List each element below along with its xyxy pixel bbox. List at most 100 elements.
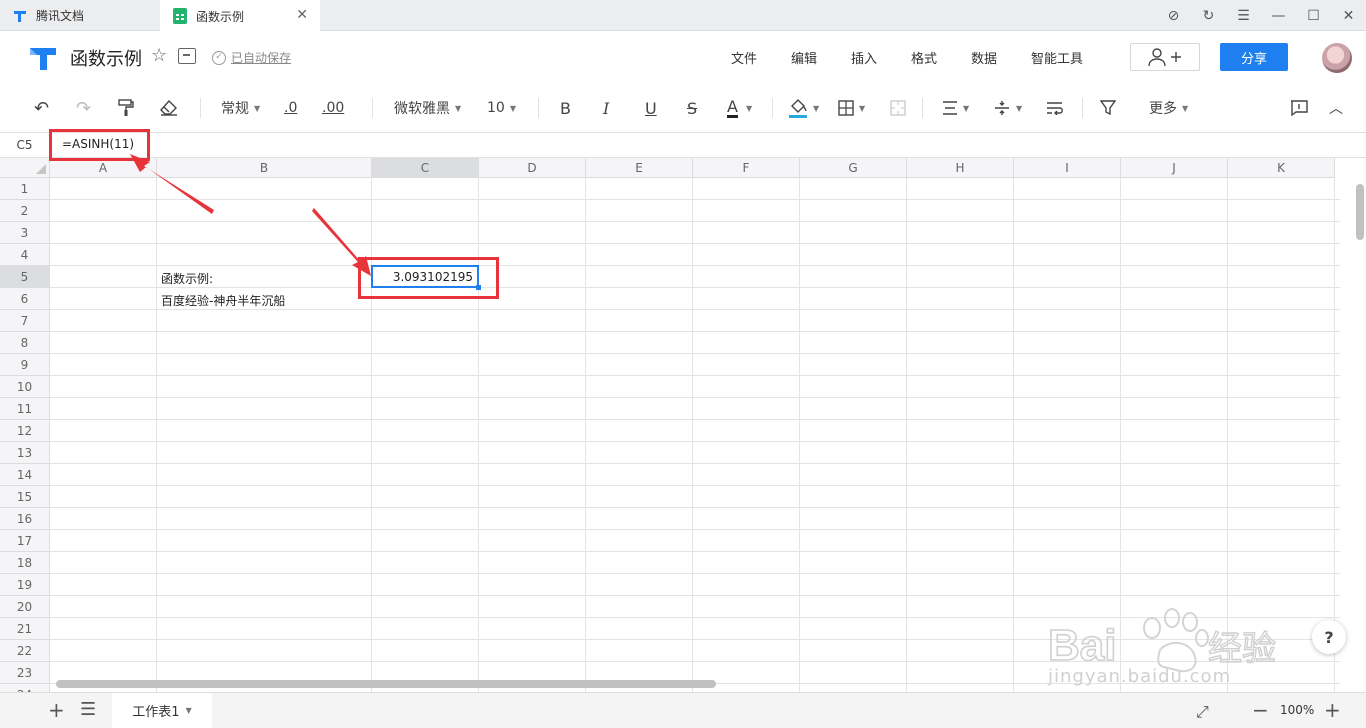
row-header-1[interactable]: 1 xyxy=(0,178,50,200)
column-header-a[interactable]: A xyxy=(50,158,157,178)
wrap-text-icon[interactable] xyxy=(1046,98,1064,118)
browser-tab-tencent-docs[interactable]: 腾讯文档 xyxy=(0,0,158,31)
row-header-8[interactable]: 8 xyxy=(0,332,50,354)
maximize-icon[interactable]: ☐ xyxy=(1296,8,1331,24)
fill-color-icon[interactable] xyxy=(789,98,807,118)
column-header-i[interactable]: I xyxy=(1014,158,1121,178)
font-color-button[interactable]: A xyxy=(727,98,738,118)
row-header-3[interactable]: 3 xyxy=(0,222,50,244)
format-painter-icon[interactable] xyxy=(118,98,134,118)
grid-line xyxy=(50,353,1340,354)
menu-format[interactable]: 格式 xyxy=(911,48,937,67)
number-format-select[interactable]: 常规 ▼ xyxy=(221,98,260,118)
filter-icon[interactable] xyxy=(1100,98,1116,118)
undo-icon[interactable]: ↶ xyxy=(34,98,49,119)
document-title[interactable]: 函数示例 xyxy=(70,45,142,71)
cell-reference-box[interactable]: C5 xyxy=(0,133,50,157)
menu-insert[interactable]: 插入 xyxy=(851,48,877,67)
row-header-22[interactable]: 22 xyxy=(0,640,50,662)
row-header-6[interactable]: 6 xyxy=(0,288,50,310)
sheet-tab[interactable]: 工作表1 ▼ xyxy=(112,693,212,728)
row-header-18[interactable]: 18 xyxy=(0,552,50,574)
compass-icon[interactable]: ⊘ xyxy=(1156,8,1191,24)
chevron-down-icon[interactable]: ▼ xyxy=(813,98,819,118)
row-header-20[interactable]: 20 xyxy=(0,596,50,618)
help-button[interactable]: ? xyxy=(1312,620,1346,654)
row-header-24[interactable]: 24 xyxy=(0,684,50,692)
row-header-16[interactable]: 16 xyxy=(0,508,50,530)
underline-button[interactable]: U xyxy=(645,98,657,118)
zoom-out-icon[interactable]: − xyxy=(1252,700,1269,720)
row-header-9[interactable]: 9 xyxy=(0,354,50,376)
horizontal-scrollbar[interactable] xyxy=(56,680,716,688)
row-header-23[interactable]: 23 xyxy=(0,662,50,684)
borders-icon[interactable] xyxy=(838,98,854,118)
column-header-d[interactable]: D xyxy=(479,158,586,178)
zoom-in-icon[interactable]: + xyxy=(1324,700,1341,720)
clear-format-icon[interactable] xyxy=(160,98,178,118)
row-header-19[interactable]: 19 xyxy=(0,574,50,596)
more-tools-select[interactable]: 更多 ▼ xyxy=(1149,98,1188,118)
minimize-icon[interactable]: — xyxy=(1261,8,1296,24)
refresh-icon[interactable]: ↻ xyxy=(1191,8,1226,24)
row-header-17[interactable]: 17 xyxy=(0,530,50,552)
collapse-toolbar-icon[interactable]: ︿ xyxy=(1329,98,1343,118)
browser-tab-function-example[interactable]: 函数示例 ✕ xyxy=(160,0,320,32)
row-header-11[interactable]: 11 xyxy=(0,398,50,420)
row-header-14[interactable]: 14 xyxy=(0,464,50,486)
strikethrough-button[interactable]: S xyxy=(687,98,697,118)
row-header-4[interactable]: 4 xyxy=(0,244,50,266)
cell-b5[interactable]: 函数示例: xyxy=(161,270,213,287)
fullscreen-icon[interactable]: ⤢ xyxy=(1196,702,1209,722)
row-header-7[interactable]: 7 xyxy=(0,310,50,332)
add-sheet-icon[interactable]: + xyxy=(48,700,65,720)
sheet-list-icon[interactable]: ☰ xyxy=(80,700,96,720)
font-family-select[interactable]: 微软雅黑 ▼ xyxy=(394,98,461,118)
row-header-15[interactable]: 15 xyxy=(0,486,50,508)
move-to-folder-icon[interactable] xyxy=(178,48,196,64)
column-header-e[interactable]: E xyxy=(586,158,693,178)
row-header-12[interactable]: 12 xyxy=(0,420,50,442)
chevron-down-icon[interactable]: ▼ xyxy=(746,98,752,118)
column-header-k[interactable]: K xyxy=(1228,158,1335,178)
tencent-docs-logo-icon[interactable] xyxy=(28,44,58,72)
vertical-scrollbar[interactable] xyxy=(1356,184,1364,240)
cell-b6[interactable]: 百度经验-神舟半年沉船 xyxy=(161,292,285,309)
row-header-10[interactable]: 10 xyxy=(0,376,50,398)
bold-button[interactable]: B xyxy=(560,98,571,118)
menu-smart-tools[interactable]: 智能工具 xyxy=(1031,48,1083,67)
row-header-13[interactable]: 13 xyxy=(0,442,50,464)
horizontal-align-icon[interactable] xyxy=(942,98,958,118)
italic-button[interactable]: I xyxy=(603,98,609,118)
column-header-b[interactable]: B xyxy=(157,158,372,178)
column-header-c[interactable]: C xyxy=(372,158,479,178)
chevron-down-icon[interactable]: ▼ xyxy=(859,98,865,118)
redo-icon[interactable]: ↷ xyxy=(76,98,91,119)
row-header-5[interactable]: 5 xyxy=(0,266,50,288)
select-all-corner[interactable] xyxy=(0,158,50,178)
menu-file[interactable]: 文件 xyxy=(731,48,757,67)
add-collaborator-button[interactable] xyxy=(1130,43,1200,71)
avatar[interactable] xyxy=(1322,43,1352,73)
decrease-decimal-button[interactable]: .0 xyxy=(284,98,297,118)
font-size-select[interactable]: 10 ▼ xyxy=(487,98,516,118)
share-button[interactable]: 分享 xyxy=(1220,43,1288,71)
chevron-down-icon[interactable]: ▼ xyxy=(963,98,969,118)
close-tab-icon[interactable]: ✕ xyxy=(296,8,308,22)
vertical-align-icon[interactable] xyxy=(994,98,1010,118)
merge-cells-icon[interactable] xyxy=(890,98,906,118)
menu-edit[interactable]: 编辑 xyxy=(791,48,817,67)
star-icon[interactable]: ☆ xyxy=(151,45,167,66)
increase-decimal-button[interactable]: .00 xyxy=(322,98,344,118)
column-header-f[interactable]: F xyxy=(693,158,800,178)
column-header-j[interactable]: J xyxy=(1121,158,1228,178)
column-header-h[interactable]: H xyxy=(907,158,1014,178)
menu-icon[interactable]: ☰ xyxy=(1226,8,1261,24)
close-window-icon[interactable]: ✕ xyxy=(1331,8,1366,24)
comment-icon[interactable] xyxy=(1290,98,1308,118)
row-header-21[interactable]: 21 xyxy=(0,618,50,640)
chevron-down-icon[interactable]: ▼ xyxy=(1016,98,1022,118)
menu-data[interactable]: 数据 xyxy=(971,48,997,67)
row-header-2[interactable]: 2 xyxy=(0,200,50,222)
column-header-g[interactable]: G xyxy=(800,158,907,178)
